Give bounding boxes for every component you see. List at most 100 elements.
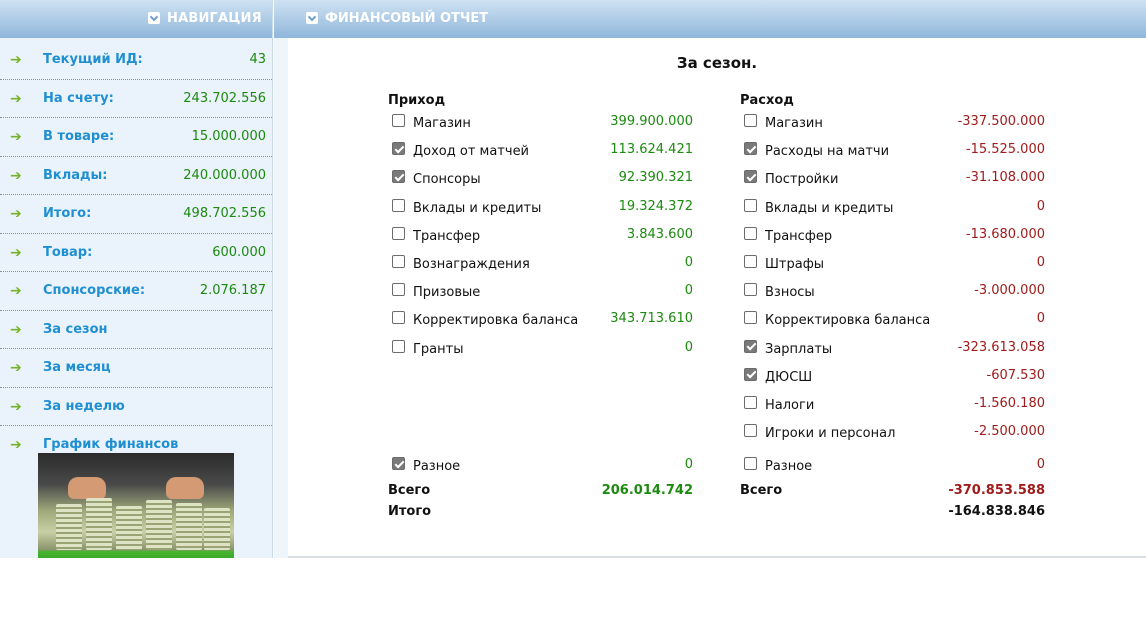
income-row: Магазин 399.900.000 [388,113,693,135]
income-checkbox[interactable] [392,339,405,353]
nav-item-total: ➔ Итого: 498.702.556 [0,195,272,234]
panel-bottom-border [288,556,1146,558]
navigation-header[interactable]: НАВИГАЦИЯ [0,0,272,38]
income-checkbox[interactable] [392,198,405,212]
arrow-right-icon: ➔ [10,321,22,338]
expense-heading: Расход [740,93,794,108]
expense-checkbox[interactable] [744,198,757,212]
money-stack [204,508,230,550]
row-label: Налоги [765,398,815,413]
row-label: Магазин [413,116,471,131]
row-label: Призовые [413,285,481,301]
income-checkbox[interactable] [392,226,405,240]
income-checkbox[interactable] [392,142,405,156]
expense-checkbox[interactable] [744,396,757,409]
expense-checkbox[interactable] [744,339,757,353]
income-checkbox[interactable] [392,170,405,184]
expense-row: Расходы на матчи -15.525.000 [740,141,1045,163]
row-label: Доход от матчей [413,144,530,160]
income-row: Корректировка баланса 343.713.610 [388,310,693,332]
income-checkbox[interactable] [392,255,405,268]
arrow-right-icon: ➔ [10,398,22,415]
expense-total-value: -370.853.588 [948,483,1045,498]
nav-value: 600.000 [212,244,266,260]
row-value: -1.560.180 [974,396,1045,411]
arrow-right-icon: ➔ [10,437,22,453]
nav-item-goods: ➔ Товар: 600.000 [0,234,272,272]
collapse-icon[interactable] [306,12,318,24]
row-label: Магазин [765,116,823,131]
expense-checkbox[interactable] [744,283,757,297]
row-label: Вклады и кредиты [413,200,542,216]
row-value: 0 [684,339,693,355]
panel-left-strip [274,38,288,558]
money-stack [146,500,172,550]
nav-link-season[interactable]: За сезон [43,322,108,337]
nav-label: Итого: [43,206,92,221]
expense-row-misc: Разное 0 [740,456,1045,478]
arrow-right-icon: ➔ [10,244,22,261]
income-total-value: 206.014.742 [601,483,693,498]
nav-link-week[interactable]: За неделю [43,399,125,414]
income-row-misc: Разное 0 [388,456,693,478]
expense-checkbox[interactable] [744,311,757,325]
row-label: Трансфер [413,228,481,244]
expense-row: Постройки -31.108.000 [740,169,1045,191]
nav-item-week[interactable]: ➔ За неделю [0,388,272,426]
income-misc-checkbox[interactable] [392,457,405,470]
expense-row: Вклады и кредиты 0 [740,198,1045,220]
nav-link-finance-chart[interactable]: График финансов [43,437,178,452]
expense-checkbox[interactable] [744,226,757,240]
row-label: Игроки и персонал [765,426,896,442]
row-value: 0 [1036,457,1045,472]
expense-checkbox[interactable] [744,367,757,381]
income-row: Гранты 0 [388,339,693,361]
expense-checkbox[interactable] [744,142,757,156]
nav-value: 498.702.556 [183,206,266,221]
row-value: -337.500.000 [957,114,1045,129]
arrow-right-icon: ➔ [10,283,22,299]
row-label: Корректировка баланса [413,313,579,329]
collapse-icon[interactable] [148,12,160,24]
nav-item-month[interactable]: ➔ За месяц [0,349,272,388]
nav-link-month[interactable]: За месяц [43,360,111,375]
navigation-title: НАВИГАЦИЯ [167,11,262,26]
nav-item-balance: ➔ На счету: 243.702.556 [0,80,272,118]
expense-misc-checkbox[interactable] [744,457,757,470]
income-checkbox[interactable] [392,283,405,297]
expense-total-row: Всего -370.853.588 [740,483,1045,503]
row-label: Трансфер [765,228,833,244]
row-value: 0 [684,457,693,472]
expense-checkbox[interactable] [744,424,757,438]
row-label: Расходы на матчи [765,144,890,160]
income-row: Доход от матчей 113.624.421 [388,141,693,163]
grand-total-value: -164.838.846 [948,504,1045,519]
expense-row: Трансфер -13.680.000 [740,226,1045,248]
income-row: Спонсоры 92.390.321 [388,169,693,191]
expense-checkbox[interactable] [744,114,757,127]
row-label: Спонсоры [413,172,481,188]
arrow-right-icon: ➔ [10,167,22,184]
arrow-right-icon: ➔ [10,52,22,68]
income-checkbox[interactable] [392,114,405,127]
expense-row: Зарплаты -323.613.058 [740,339,1045,361]
finance-report-header[interactable]: ФИНАНСОВЫЙ ОТЧЕТ [274,0,1146,38]
row-label: Постройки [765,172,839,188]
expense-checkbox[interactable] [744,255,757,268]
nav-label: Спонсорские: [43,283,146,298]
money-stack [176,503,202,550]
row-label: Разное [413,459,461,474]
report-body: За сезон. Приход Магазин 399.900.000 Доход… [288,38,1146,556]
row-label: Зарплаты [765,341,833,357]
nav-value: 2.076.187 [199,283,266,298]
nav-label: Текущий ИД: [43,52,143,67]
nav-value: 43 [249,52,266,67]
nav-label: В товаре: [43,129,115,144]
finance-report-title: ФИНАНСОВЫЙ ОТЧЕТ [325,11,489,26]
income-checkbox[interactable] [392,311,405,325]
expense-checkbox[interactable] [744,170,757,184]
nav-item-season[interactable]: ➔ За сезон [0,311,272,349]
row-value: -31.108.000 [965,170,1045,186]
arrow-right-icon: ➔ [10,206,22,222]
row-value: -3.000.000 [974,283,1045,299]
